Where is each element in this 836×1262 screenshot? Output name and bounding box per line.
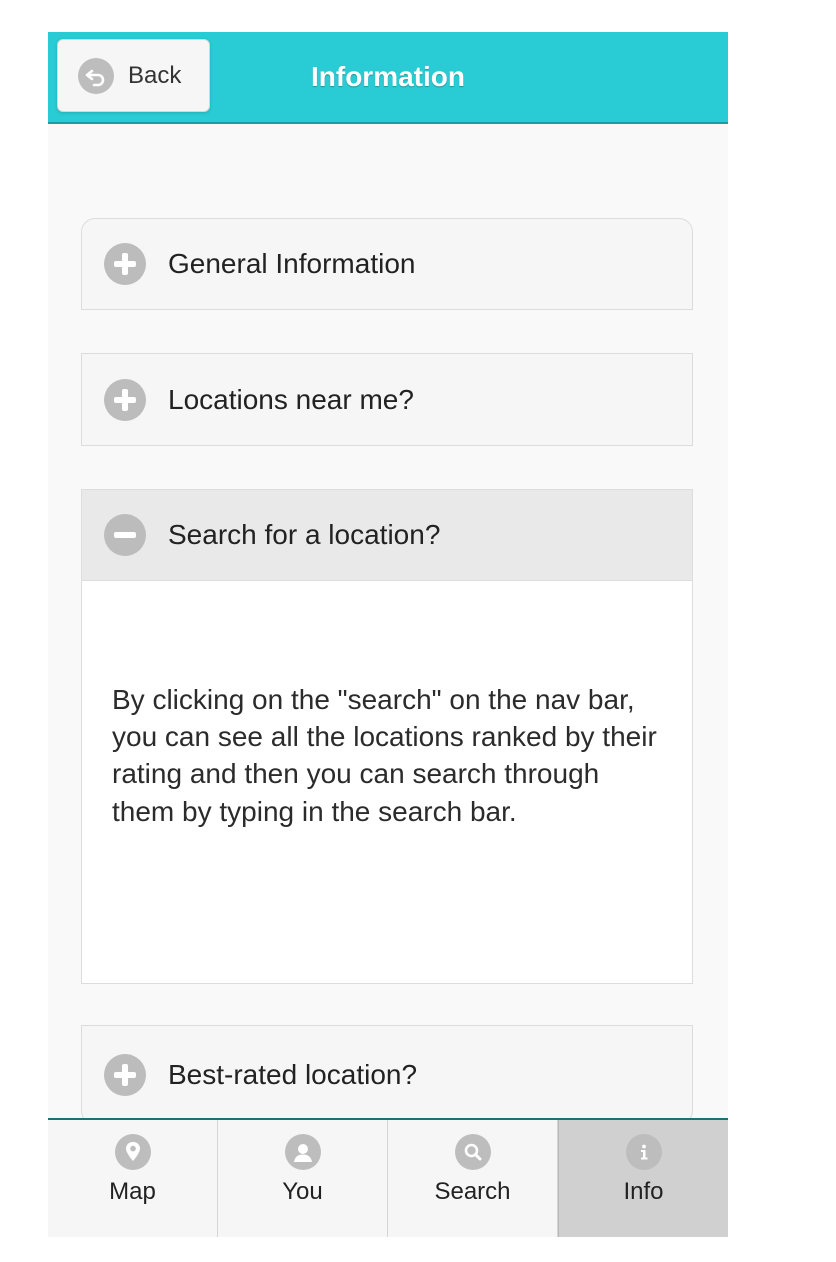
tab-map[interactable]: Map — [48, 1120, 218, 1237]
plus-icon — [104, 378, 146, 421]
accordion-label: Locations near me? — [168, 383, 414, 415]
tab-label: Search — [434, 1178, 511, 1205]
tab-info[interactable]: Info — [558, 1120, 728, 1237]
user-icon — [284, 1134, 321, 1170]
bottom-nav-bar: Map You Search Info — [48, 1118, 728, 1237]
back-button[interactable]: Back — [57, 39, 210, 112]
tab-you[interactable]: You — [218, 1120, 388, 1237]
accordion-best-rated-location: Best-rated location? — [81, 1025, 693, 1125]
accordion-label: Search for a location? — [168, 519, 441, 550]
header-bar: Information Back — [48, 32, 728, 124]
tab-label: You — [282, 1178, 323, 1205]
plus-icon — [104, 243, 146, 285]
accordion-header-locations-near-me[interactable]: Locations near me? — [81, 353, 693, 446]
accordion-header-general-information[interactable]: General Information — [81, 218, 693, 310]
accordion-label: General Information — [168, 248, 416, 279]
minus-icon — [104, 514, 146, 556]
tab-label: Map — [109, 1178, 156, 1205]
accordion-locations-near-me: Locations near me? — [81, 353, 693, 446]
accordion-content: By clicking on the "search" on the nav b… — [81, 581, 693, 984]
info-icon — [625, 1134, 662, 1170]
accordion-content-text: By clicking on the "search" on the nav b… — [112, 684, 657, 827]
tab-search[interactable]: Search — [388, 1120, 558, 1237]
accordion-general-information: General Information — [81, 218, 693, 310]
accordion-label: Best-rated location? — [168, 1059, 418, 1090]
tab-label: Info — [623, 1178, 664, 1205]
search-icon — [454, 1134, 491, 1170]
app-screen: Information Back General Information Loc… — [48, 32, 728, 1237]
back-arrow-icon — [78, 57, 114, 94]
map-pin-icon — [114, 1134, 151, 1170]
accordion-search-for-a-location: Search for a location? By clicking on th… — [81, 489, 693, 984]
accordion-header-best-rated-location[interactable]: Best-rated location? — [81, 1025, 693, 1125]
plus-icon — [104, 1054, 146, 1096]
accordion-header-search-for-a-location[interactable]: Search for a location? — [81, 489, 693, 581]
back-button-label: Back — [128, 61, 182, 89]
